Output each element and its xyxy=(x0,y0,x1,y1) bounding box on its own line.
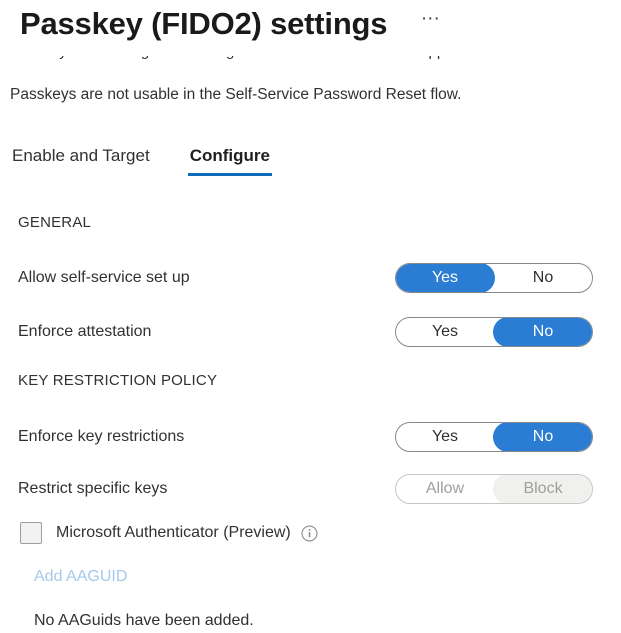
passkey-settings-blade: Passkey (FIDO2) settings ··· Passkeys ca… xyxy=(0,0,621,633)
setting-label: Enforce key restrictions xyxy=(18,428,185,445)
description-text: Passkeys are not usable in the Self-Serv… xyxy=(10,86,462,103)
toggle-allow-self-service-set-up[interactable]: Yes No xyxy=(395,263,593,293)
toggle-option-no[interactable]: No xyxy=(493,318,592,346)
toggle-enforce-attestation[interactable]: Yes No xyxy=(395,317,593,347)
toggle-enforce-key-restrictions[interactable]: Yes No xyxy=(395,422,593,452)
toggle-restrict-specific-keys: Allow Block xyxy=(395,474,593,504)
toggle-option-yes[interactable]: Yes xyxy=(396,423,495,451)
ellipsis-horizontal-icon[interactable]: ··· xyxy=(415,4,445,44)
toggle-option-yes[interactable]: Yes xyxy=(396,264,495,292)
toggle-option-yes[interactable]: Yes xyxy=(396,318,495,346)
setting-label: Restrict specific keys xyxy=(18,480,168,497)
checkbox-row-microsoft-authenticator: Microsoft Authenticator (Preview) xyxy=(20,522,318,544)
description-clipped-text: Passkeys can be registered using the Mic… xyxy=(10,56,611,60)
tab-list: Enable and Target Configure xyxy=(10,146,273,176)
toggle-option-no[interactable]: No xyxy=(493,264,592,292)
setting-label: Enforce attestation xyxy=(18,323,152,340)
add-aaguid-link[interactable]: Add AAGUID xyxy=(34,568,127,586)
checkbox-microsoft-authenticator[interactable] xyxy=(20,522,42,544)
section-heading-general: GENERAL xyxy=(18,214,92,231)
setting-row-restrict-specific-keys: Restrict specific keys Allow Block xyxy=(18,474,593,504)
blade-header: Passkey (FIDO2) settings ··· xyxy=(20,2,445,46)
description-clipped: Passkeys can be registered using the Mic… xyxy=(10,56,611,74)
tab-enable-and-target[interactable]: Enable and Target xyxy=(10,146,152,176)
section-heading-key-restriction-policy: KEY RESTRICTION POLICY xyxy=(18,372,218,389)
toggle-option-no[interactable]: No xyxy=(493,423,592,451)
info-circle-icon[interactable] xyxy=(301,525,318,542)
tab-configure[interactable]: Configure xyxy=(187,146,273,176)
aaguid-empty-message: No AAGuids have been added. xyxy=(34,612,254,629)
toggle-option-block: Block xyxy=(493,475,592,503)
toggle-option-allow: Allow xyxy=(425,480,465,497)
setting-row-enforce-key-restrictions: Enforce key restrictions Yes No xyxy=(18,422,593,452)
setting-row-allow-self-service-set-up: Allow self-service set up Yes No xyxy=(18,263,593,293)
checkbox-label: Microsoft Authenticator (Preview) xyxy=(56,524,291,541)
page-title: Passkey (FIDO2) settings xyxy=(20,6,388,41)
setting-label: Allow self-service set up xyxy=(18,269,190,286)
setting-row-enforce-attestation: Enforce attestation Yes No xyxy=(18,317,593,347)
